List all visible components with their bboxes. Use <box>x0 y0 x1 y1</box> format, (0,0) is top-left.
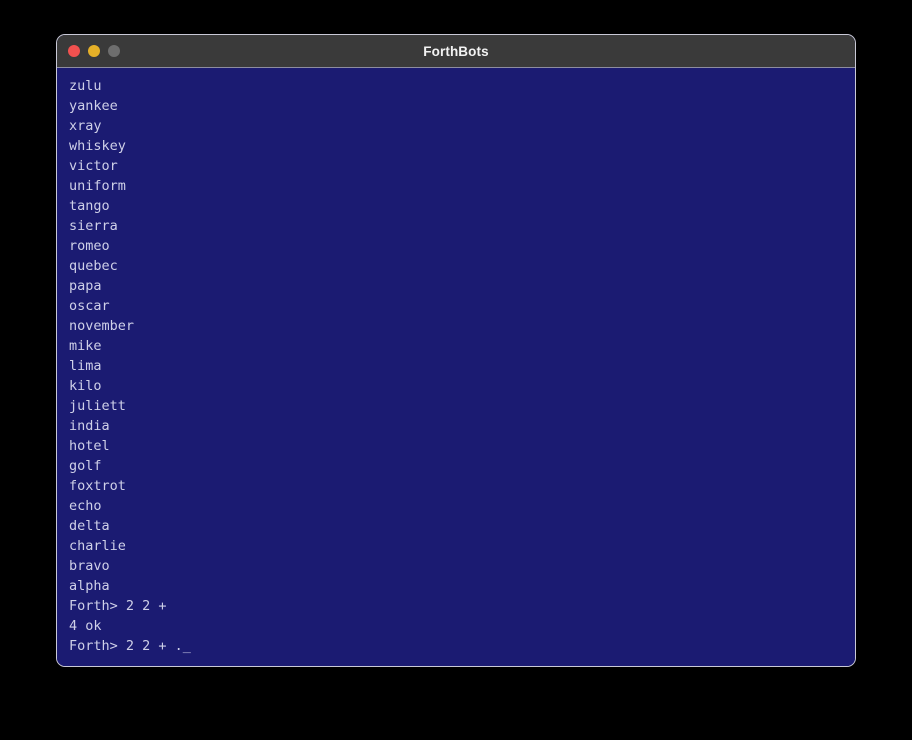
terminal-line: mike <box>69 338 102 354</box>
window-title: ForthBots <box>423 43 489 59</box>
terminal-line: 4 ok <box>69 618 102 634</box>
terminal-window[interactable]: ForthBots zulu yankee xray whiskey victor uni… <box>56 34 856 667</box>
close-button[interactable] <box>68 45 80 57</box>
terminal-line: yankee <box>69 98 118 114</box>
terminal-line: victor <box>69 158 118 174</box>
terminal-line: echo <box>69 498 102 514</box>
terminal-line: foxtrot <box>69 478 126 494</box>
maximize-button[interactable] <box>108 45 120 57</box>
terminal-line: lima <box>69 358 102 374</box>
terminal-line: juliett <box>69 398 126 414</box>
terminal-line: tango <box>69 198 110 214</box>
terminal-line: charlie <box>69 538 126 554</box>
terminal-line: xray <box>69 118 102 134</box>
terminal-line: hotel <box>69 438 110 454</box>
terminal-line: bravo <box>69 558 110 574</box>
terminal-line: alpha <box>69 578 110 594</box>
terminal-line: Forth> 2 2 + ._ <box>69 638 191 654</box>
window-titlebar[interactable]: ForthBots <box>57 35 855 68</box>
terminal-line: oscar <box>69 298 110 314</box>
terminal-line: golf <box>69 458 102 474</box>
terminal-line: zulu <box>69 78 102 94</box>
window-controls <box>57 45 120 57</box>
terminal-line: whiskey <box>69 138 126 154</box>
terminal-line: sierra <box>69 218 118 234</box>
terminal-line: quebec <box>69 258 118 274</box>
terminal-line: papa <box>69 278 102 294</box>
terminal-output[interactable]: zulu yankee xray whiskey victor uniform tango s… <box>57 68 855 666</box>
terminal-line: romeo <box>69 238 110 254</box>
terminal-line: Forth> 2 2 + <box>69 598 167 614</box>
terminal-line: november <box>69 318 135 334</box>
terminal-line: uniform <box>69 178 126 194</box>
terminal-line: delta <box>69 518 110 534</box>
desktop-background: ForthBots zulu yankee xray whiskey victor uni… <box>0 0 912 740</box>
minimize-button[interactable] <box>88 45 100 57</box>
terminal-line: kilo <box>69 378 102 394</box>
terminal-line: india <box>69 418 110 434</box>
